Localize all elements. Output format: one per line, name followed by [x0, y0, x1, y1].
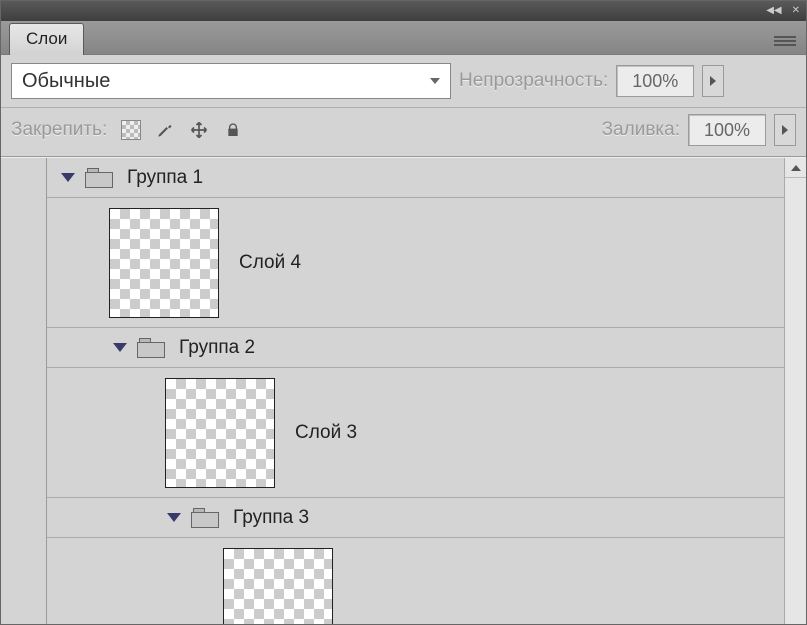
- panel-menu-icon[interactable]: [774, 32, 796, 50]
- titlebar: ◀◀ ✕: [1, 1, 806, 21]
- lock-position-icon[interactable]: [189, 120, 209, 140]
- tab-layers[interactable]: Слои: [9, 23, 84, 55]
- layer-row[interactable]: [47, 538, 784, 624]
- fill-value[interactable]: 100%: [688, 114, 766, 146]
- group-name[interactable]: Группа 2: [179, 337, 255, 359]
- visibility-column: [1, 158, 47, 624]
- folder-icon: [191, 508, 219, 528]
- close-icon[interactable]: ✕: [792, 6, 800, 16]
- scroll-up-icon[interactable]: [785, 158, 806, 178]
- layer-thumbnail[interactable]: [165, 378, 275, 488]
- lock-fill-row: Закрепить: Заливка: 100%: [1, 108, 806, 157]
- opacity-value[interactable]: 100%: [616, 65, 694, 97]
- chevron-down-icon: [430, 78, 440, 84]
- group-row[interactable]: Группа 3: [47, 498, 784, 538]
- scrollbar[interactable]: [784, 158, 806, 624]
- blend-opacity-row: Обычные Непрозрачность: 100%: [1, 55, 806, 108]
- fill-flyout-button[interactable]: [774, 114, 796, 146]
- lock-label: Закрепить:: [11, 119, 107, 141]
- tab-bar: Слои: [1, 21, 806, 55]
- folder-icon: [137, 338, 165, 358]
- lock-transparency-icon[interactable]: [121, 120, 141, 140]
- layer-thumbnail[interactable]: [109, 208, 219, 318]
- disclosure-triangle-icon[interactable]: [167, 513, 181, 522]
- blend-mode-select[interactable]: Обычные: [11, 63, 451, 99]
- layer-name[interactable]: Слой 4: [239, 252, 301, 274]
- lock-pixels-icon[interactable]: [155, 120, 175, 140]
- layer-thumbnail[interactable]: [223, 548, 333, 625]
- disclosure-triangle-icon[interactable]: [61, 173, 75, 182]
- layers-area: Группа 1 Слой 4 Группа 2 Слой 3 Группа 3: [1, 157, 806, 624]
- opacity-label: Непрозрачность:: [459, 70, 608, 92]
- layer-row[interactable]: Слой 4: [47, 198, 784, 328]
- group-name[interactable]: Группа 3: [233, 507, 309, 529]
- blend-mode-value: Обычные: [22, 70, 110, 93]
- collapse-icon[interactable]: ◀◀: [766, 6, 781, 16]
- tab-label: Слои: [26, 29, 67, 48]
- disclosure-triangle-icon[interactable]: [113, 343, 127, 352]
- folder-icon: [85, 168, 113, 188]
- group-row[interactable]: Группа 1: [47, 158, 784, 198]
- group-row[interactable]: Группа 2: [47, 328, 784, 368]
- fill-label: Заливка:: [602, 119, 680, 141]
- opacity-flyout-button[interactable]: [702, 65, 724, 97]
- layer-name[interactable]: Слой 3: [295, 422, 357, 444]
- layer-row[interactable]: Слой 3: [47, 368, 784, 498]
- layers-panel: ◀◀ ✕ Слои Обычные Непрозрачность: 100% З…: [0, 0, 807, 625]
- lock-all-icon[interactable]: [223, 120, 243, 140]
- group-name[interactable]: Группа 1: [127, 167, 203, 189]
- layer-list[interactable]: Группа 1 Слой 4 Группа 2 Слой 3 Группа 3: [47, 158, 784, 624]
